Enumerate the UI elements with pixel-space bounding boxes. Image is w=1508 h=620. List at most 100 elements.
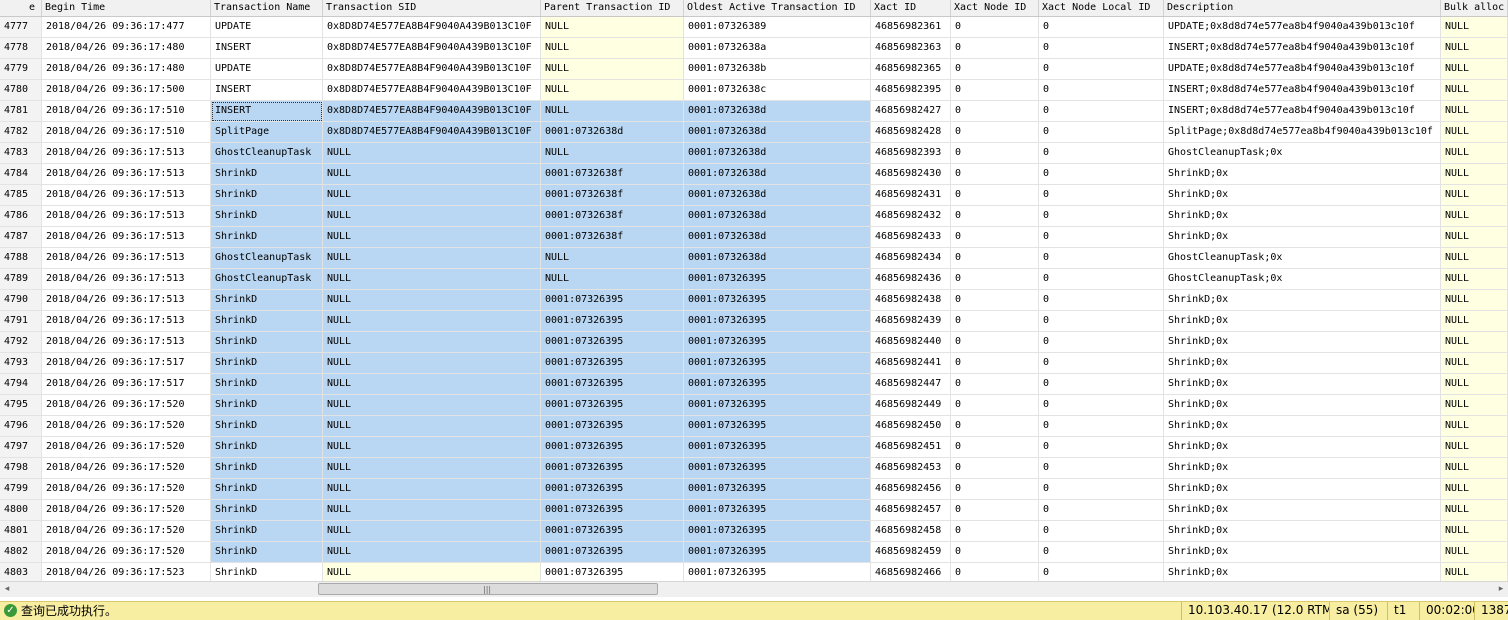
transaction-sid-cell[interactable]: NULL	[323, 542, 541, 563]
bulk-alloc-cell[interactable]: NULL	[1441, 395, 1508, 416]
parent-transaction-id-cell[interactable]: NULL	[541, 59, 684, 80]
xact-node-local-id-cell[interactable]: 0	[1039, 122, 1164, 143]
bulk-alloc-cell[interactable]: NULL	[1441, 164, 1508, 185]
xact-node-id-cell[interactable]: 0	[951, 500, 1039, 521]
transaction-sid-cell[interactable]: 0x8D8D74E577EA8B4F9040A439B013C10F	[323, 80, 541, 101]
xact-id-cell[interactable]: 46856982458	[871, 521, 951, 542]
row-number-cell[interactable]: 4787	[0, 227, 42, 248]
xact-node-local-id-cell[interactable]: 0	[1039, 248, 1164, 269]
bulk-alloc-cell[interactable]: NULL	[1441, 248, 1508, 269]
table-row[interactable]: 4798 2018/04/26 09:36:17:520 ShrinkD NULL 00…	[0, 458, 1508, 479]
parent-transaction-id-cell[interactable]: 0001:07326395	[541, 311, 684, 332]
oldest-active-transaction-id-cell[interactable]: 0001:07326395	[684, 542, 871, 563]
description-cell[interactable]: ShrinkD;0x	[1164, 521, 1441, 542]
table-row[interactable]: 4780 2018/04/26 09:36:17:500 INSERT 0x8D8D7…	[0, 80, 1508, 101]
transaction-name-cell[interactable]: INSERT	[211, 80, 323, 101]
transaction-name-cell[interactable]: ShrinkD	[211, 332, 323, 353]
bulk-alloc-cell[interactable]: NULL	[1441, 437, 1508, 458]
xact-node-id-cell[interactable]: 0	[951, 80, 1039, 101]
xact-id-cell[interactable]: 46856982431	[871, 185, 951, 206]
transaction-sid-cell[interactable]: NULL	[323, 353, 541, 374]
table-row[interactable]: 4779 2018/04/26 09:36:17:480 UPDATE 0x8D8D7…	[0, 59, 1508, 80]
xact-id-cell[interactable]: 46856982393	[871, 143, 951, 164]
row-number-cell[interactable]: 4788	[0, 248, 42, 269]
table-row[interactable]: 4783 2018/04/26 09:36:17:513 GhostCleanupT…	[0, 143, 1508, 164]
parent-transaction-id-cell[interactable]: 0001:07326395	[541, 353, 684, 374]
xact-id-cell[interactable]: 46856982395	[871, 80, 951, 101]
row-number-cell[interactable]: 4777	[0, 17, 42, 38]
table-row[interactable]: 4803 2018/04/26 09:36:17:523 ShrinkD NULL 00…	[0, 563, 1508, 581]
transaction-name-cell[interactable]: INSERT	[211, 101, 323, 122]
transaction-name-cell[interactable]: ShrinkD	[211, 185, 323, 206]
xact-id-cell[interactable]: 46856982466	[871, 563, 951, 581]
oldest-active-transaction-id-cell[interactable]: 0001:0732638d	[684, 122, 871, 143]
row-number-cell[interactable]: 4778	[0, 38, 42, 59]
xact-id-cell[interactable]: 46856982436	[871, 269, 951, 290]
row-number-cell[interactable]: 4785	[0, 185, 42, 206]
row-number-cell[interactable]: 4780	[0, 80, 42, 101]
xact-node-local-id-cell[interactable]: 0	[1039, 101, 1164, 122]
transaction-sid-cell[interactable]: NULL	[323, 311, 541, 332]
xact-node-id-cell[interactable]: 0	[951, 185, 1039, 206]
transaction-sid-cell[interactable]: NULL	[323, 143, 541, 164]
xact-node-local-id-cell[interactable]: 0	[1039, 164, 1164, 185]
xact-node-id-cell[interactable]: 0	[951, 59, 1039, 80]
xact-id-cell[interactable]: 46856982441	[871, 353, 951, 374]
begin-time-cell[interactable]: 2018/04/26 09:36:17:513	[42, 269, 211, 290]
begin-time-cell[interactable]: 2018/04/26 09:36:17:513	[42, 164, 211, 185]
xact-node-local-id-cell[interactable]: 0	[1039, 80, 1164, 101]
xact-node-id-cell[interactable]: 0	[951, 521, 1039, 542]
xact-node-id-cell[interactable]: 0	[951, 248, 1039, 269]
column-header-xact-node-local-id[interactable]: Xact Node Local ID	[1039, 0, 1164, 16]
xact-node-id-cell[interactable]: 0	[951, 542, 1039, 563]
oldest-active-transaction-id-cell[interactable]: 0001:07326395	[684, 353, 871, 374]
transaction-name-cell[interactable]: GhostCleanupTask	[211, 248, 323, 269]
column-header-transaction-name[interactable]: Transaction Name	[211, 0, 323, 16]
description-cell[interactable]: ShrinkD;0x	[1164, 395, 1441, 416]
transaction-sid-cell[interactable]: 0x8D8D74E577EA8B4F9040A439B013C10F	[323, 59, 541, 80]
table-row[interactable]: 4794 2018/04/26 09:36:17:517 ShrinkD NULL 00…	[0, 374, 1508, 395]
transaction-name-cell[interactable]: ShrinkD	[211, 479, 323, 500]
transaction-name-cell[interactable]: ShrinkD	[211, 395, 323, 416]
row-number-cell[interactable]: 4786	[0, 206, 42, 227]
begin-time-cell[interactable]: 2018/04/26 09:36:17:480	[42, 38, 211, 59]
parent-transaction-id-cell[interactable]: 0001:07326395	[541, 500, 684, 521]
description-cell[interactable]: INSERT;0x8d8d74e577ea8b4f9040a439b013c10…	[1164, 101, 1441, 122]
begin-time-cell[interactable]: 2018/04/26 09:36:17:520	[42, 395, 211, 416]
xact-node-id-cell[interactable]: 0	[951, 206, 1039, 227]
column-header-bulk-alloc[interactable]: Bulk alloc	[1441, 0, 1508, 16]
begin-time-cell[interactable]: 2018/04/26 09:36:17:513	[42, 206, 211, 227]
description-cell[interactable]: SplitPage;0x8d8d74e577ea8b4f9040a439b013…	[1164, 122, 1441, 143]
transaction-sid-cell[interactable]: NULL	[323, 185, 541, 206]
xact-node-local-id-cell[interactable]: 0	[1039, 143, 1164, 164]
transaction-name-cell[interactable]: ShrinkD	[211, 353, 323, 374]
parent-transaction-id-cell[interactable]: NULL	[541, 101, 684, 122]
begin-time-cell[interactable]: 2018/04/26 09:36:17:523	[42, 563, 211, 581]
description-cell[interactable]: ShrinkD;0x	[1164, 500, 1441, 521]
begin-time-cell[interactable]: 2018/04/26 09:36:17:477	[42, 17, 211, 38]
bulk-alloc-cell[interactable]: NULL	[1441, 80, 1508, 101]
xact-node-id-cell[interactable]: 0	[951, 227, 1039, 248]
begin-time-cell[interactable]: 2018/04/26 09:36:17:513	[42, 143, 211, 164]
xact-node-id-cell[interactable]: 0	[951, 122, 1039, 143]
description-cell[interactable]: ShrinkD;0x	[1164, 374, 1441, 395]
transaction-name-cell[interactable]: ShrinkD	[211, 374, 323, 395]
xact-node-id-cell[interactable]: 0	[951, 101, 1039, 122]
oldest-active-transaction-id-cell[interactable]: 0001:0732638d	[684, 185, 871, 206]
table-row[interactable]: 4790 2018/04/26 09:36:17:513 ShrinkD NULL 00…	[0, 290, 1508, 311]
row-number-cell[interactable]: 4798	[0, 458, 42, 479]
begin-time-cell[interactable]: 2018/04/26 09:36:17:520	[42, 437, 211, 458]
bulk-alloc-cell[interactable]: NULL	[1441, 416, 1508, 437]
xact-node-local-id-cell[interactable]: 0	[1039, 500, 1164, 521]
row-number-cell[interactable]: 4794	[0, 374, 42, 395]
xact-node-id-cell[interactable]: 0	[951, 38, 1039, 59]
xact-id-cell[interactable]: 46856982456	[871, 479, 951, 500]
parent-transaction-id-cell[interactable]: 0001:0732638f	[541, 185, 684, 206]
description-cell[interactable]: ShrinkD;0x	[1164, 353, 1441, 374]
oldest-active-transaction-id-cell[interactable]: 0001:07326395	[684, 332, 871, 353]
transaction-sid-cell[interactable]: NULL	[323, 164, 541, 185]
xact-node-id-cell[interactable]: 0	[951, 269, 1039, 290]
oldest-active-transaction-id-cell[interactable]: 0001:07326395	[684, 500, 871, 521]
xact-id-cell[interactable]: 46856982365	[871, 59, 951, 80]
begin-time-cell[interactable]: 2018/04/26 09:36:17:520	[42, 479, 211, 500]
